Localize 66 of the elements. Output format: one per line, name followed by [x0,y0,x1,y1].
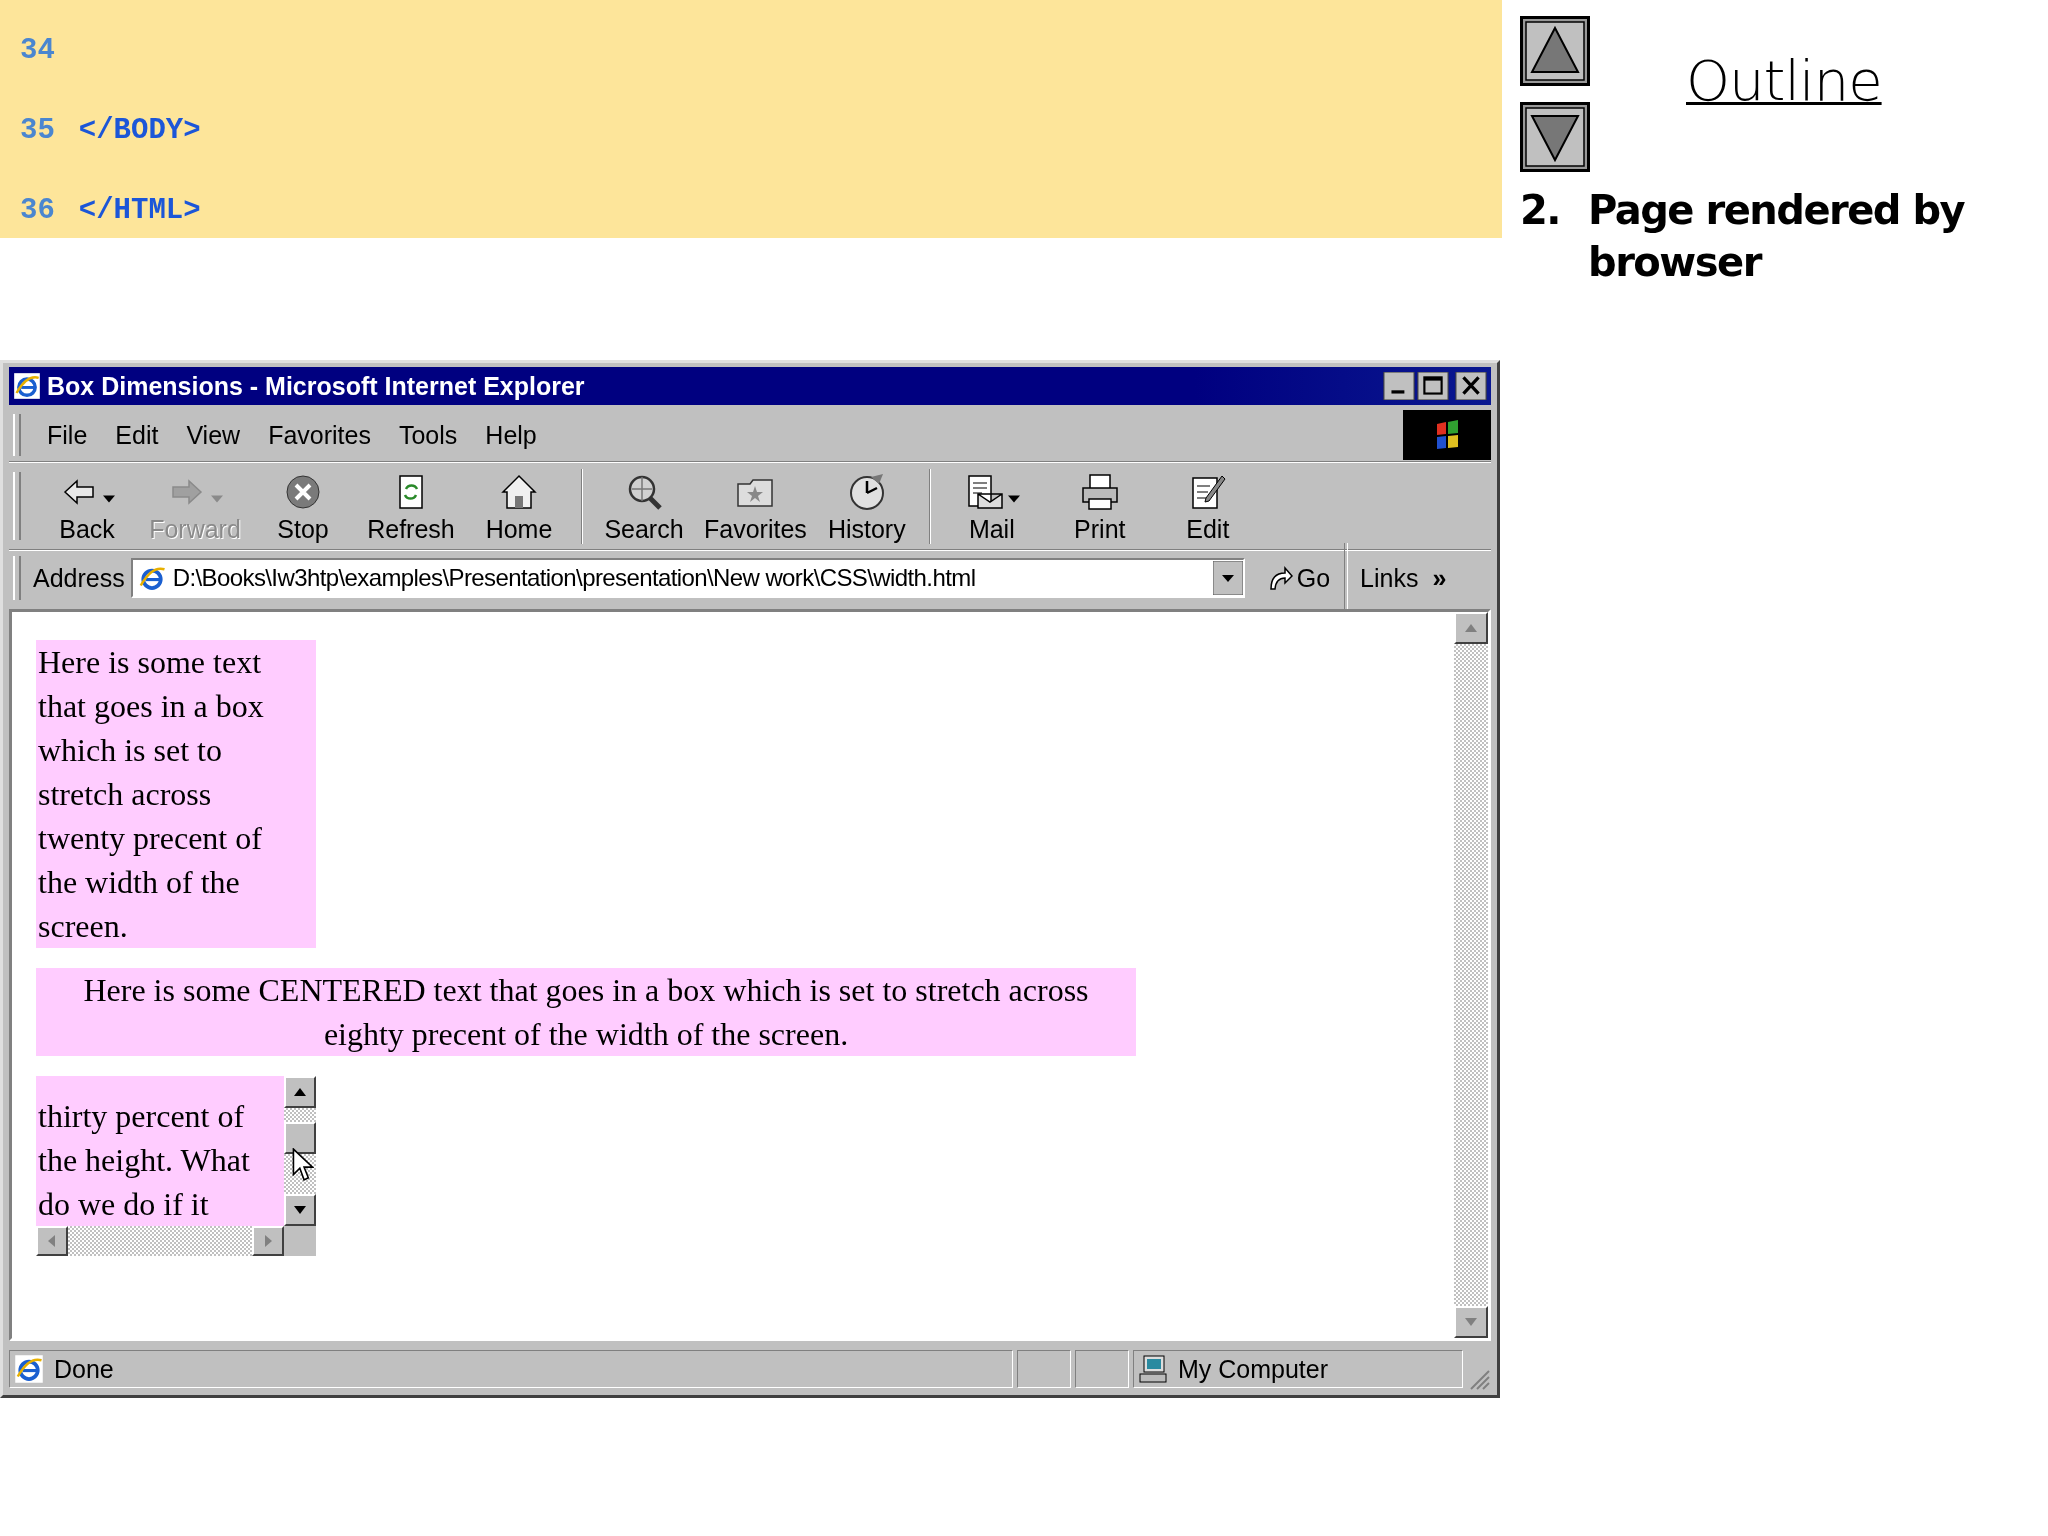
maximize-button[interactable] [1417,372,1449,400]
mouse-pointer-icon [292,1148,314,1182]
toolbar-button[interactable]: Mail [928,468,1046,544]
line-number: 34 [20,33,55,67]
toolbar-grip[interactable] [13,471,21,541]
dropdown-arrow-icon [211,494,223,503]
ie-logo-icon [13,372,41,400]
text-box: thirty percent of the height. What do we do if it [36,1076,284,1226]
toolbar-button[interactable]: Home [465,468,573,544]
step-number: 2. [1520,186,1562,235]
computer-icon [1138,1354,1168,1384]
status-panel [1075,1350,1129,1388]
toolbar-button[interactable]: History [812,468,921,544]
outline-link[interactable]: Outline [1686,48,1882,113]
minimize-button[interactable] [1383,372,1415,400]
dropdown-arrow-icon [1007,494,1020,503]
scrollbar-corner [284,1226,316,1256]
address-field[interactable]: D:\Books\Iw3htp\examples\Presentation\presentation\New work\CSS\width.html [130,558,1245,598]
dropdown-button[interactable] [1212,561,1243,595]
toolbar-button[interactable]: Back [33,468,141,544]
menu-item[interactable]: Help [471,420,551,450]
toolbar-button[interactable]: Print [1045,468,1154,544]
chevron-button[interactable]: » [1432,563,1447,593]
zone-text: My Computer [1178,1354,1329,1384]
links-button[interactable]: Links [1360,563,1419,593]
menu-item[interactable]: Tools [384,420,472,450]
scrollbar[interactable] [36,1226,284,1256]
close-button[interactable] [1455,372,1487,400]
ie-logo-icon [14,1354,44,1384]
scroll-down-icon[interactable] [284,1194,316,1226]
step-text: Page rendered by browser [1588,186,1966,287]
status-text: Done [54,1354,114,1384]
scroll-thumb[interactable] [284,1122,316,1154]
dropdown-arrow-icon [103,494,115,503]
scroll-left-icon[interactable] [36,1226,68,1256]
code-line: </BODY> [78,113,201,147]
toolbar-grip[interactable] [13,414,21,456]
toolbar-button[interactable]: Search [581,468,698,544]
up-arrow-button[interactable] [1520,16,1590,86]
scroll-right-icon[interactable] [252,1226,284,1256]
line-number: 35 [20,113,55,147]
toolbar-button[interactable]: Stop [249,468,357,544]
toolbar-button[interactable]: Refresh [357,468,465,544]
line-number: 36 [20,193,55,227]
menu-item[interactable]: File [33,420,102,450]
menu-item[interactable]: Edit [101,420,173,450]
scrollbar[interactable] [1454,612,1488,1338]
address-label: Address [33,563,125,593]
menu-item[interactable]: Favorites [254,420,385,450]
scroll-up-icon[interactable] [284,1076,316,1108]
window-title: Box Dimensions - Microsoft Internet Explorer [47,371,585,401]
text-box: Here is some text that goes in a box which is set to stretch across twenty precent of the width of the screen. [36,640,316,948]
text-box: Here is some CENTERED text that goes in a box which is set to stretch across eighty precent of the width of the screen. [36,968,1136,1056]
toolbar-button[interactable]: Edit [1153,468,1262,544]
status-panel [1017,1350,1071,1388]
scroll-down-icon[interactable] [1454,1306,1488,1338]
down-arrow-button[interactable] [1520,102,1590,172]
menu-item[interactable]: View [172,420,255,450]
code-line: </HTML> [78,193,201,227]
scroll-up-icon[interactable] [1454,612,1488,644]
scrollbar[interactable] [284,1076,316,1226]
go-button[interactable]: Go [1258,563,1339,593]
print-icon [1079,471,1120,512]
windows-logo-icon [1403,410,1491,460]
toolbar-grip[interactable] [13,556,21,600]
toolbar-button[interactable]: Favorites [698,468,813,544]
